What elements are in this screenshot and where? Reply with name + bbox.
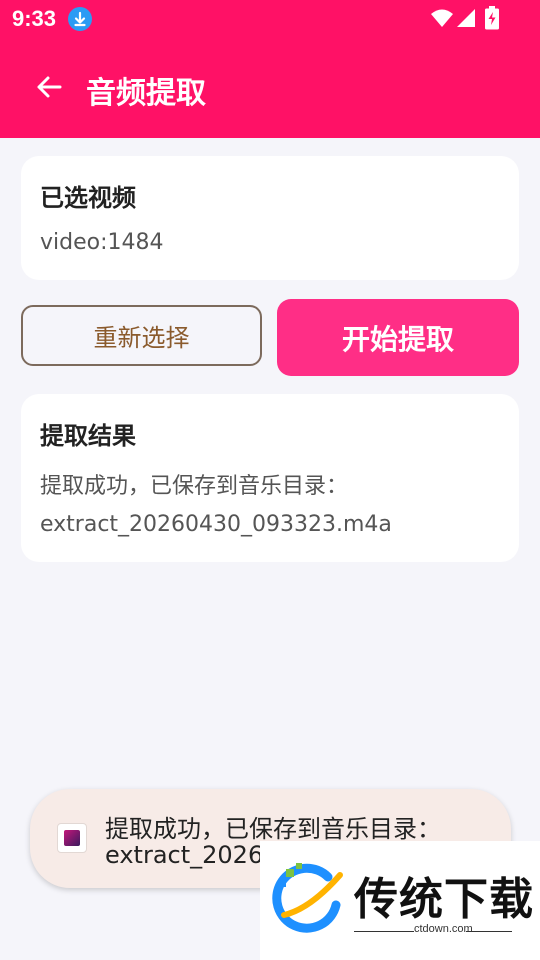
watermark-divider-left xyxy=(354,931,414,932)
app-header: 9:33 音频提取 xyxy=(0,0,540,138)
reselect-button[interactable]: 重新选择 xyxy=(21,305,262,366)
page-title: 音频提取 xyxy=(86,76,206,111)
selected-video-name: video:1484 xyxy=(40,230,164,255)
watermark-domain: ctdown.com xyxy=(414,923,473,935)
watermark: 传统下载 ctdown.com xyxy=(260,841,540,960)
result-message: 提取成功，已保存到音乐目录： xyxy=(40,474,349,499)
start-extract-button[interactable]: 开始提取 xyxy=(277,299,519,376)
status-bar: 9:33 xyxy=(0,0,540,38)
watermark-logo-icon xyxy=(270,859,350,943)
wifi-icon xyxy=(430,8,454,32)
selected-video-title: 已选视频 xyxy=(40,184,136,212)
status-time: 9:33 xyxy=(12,6,57,31)
result-filename: extract_20260430_093323.m4a xyxy=(40,512,392,537)
result-card: 提取结果 提取成功，已保存到音乐目录： extract_20260430_093… xyxy=(21,394,519,562)
selected-video-card: 已选视频 video:1484 xyxy=(21,156,519,280)
battery-charging-icon xyxy=(484,6,500,34)
result-title: 提取结果 xyxy=(40,422,136,450)
watermark-divider-right xyxy=(466,931,512,932)
back-arrow-icon[interactable] xyxy=(34,72,64,102)
signal-icon xyxy=(456,8,476,32)
download-icon xyxy=(68,7,92,31)
watermark-title: 传统下载 xyxy=(354,874,534,925)
app-icon xyxy=(57,823,87,853)
toast-line-1: 提取成功，已保存到音乐目录： xyxy=(105,815,441,843)
